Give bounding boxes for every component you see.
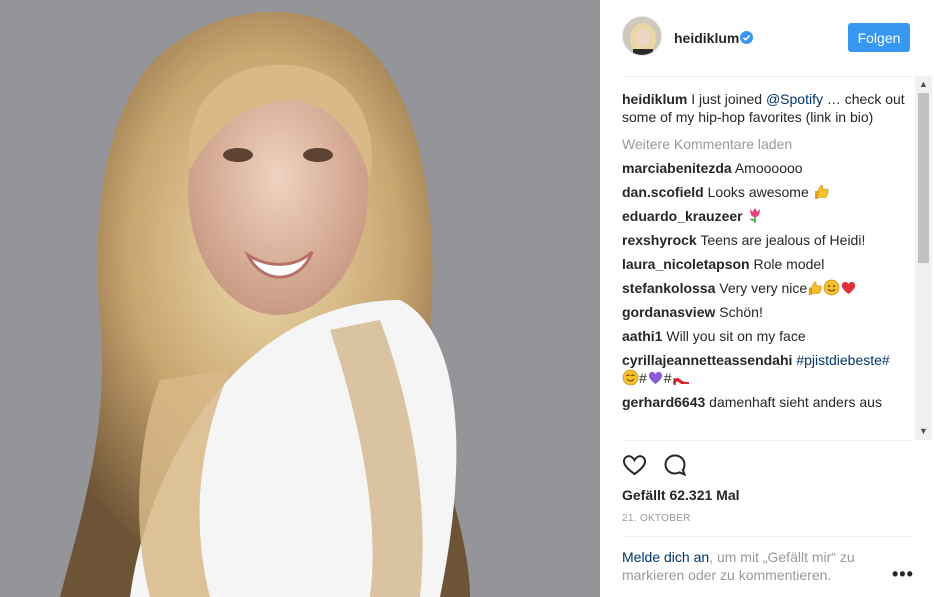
heart-emoji-icon xyxy=(842,281,856,294)
comment-username[interactable]: aathi1 xyxy=(622,328,662,344)
comment-username[interactable]: stefankolossa xyxy=(622,280,715,296)
post-header: heidiklum Folgen xyxy=(600,0,934,76)
post-date[interactable]: 21. OKTOBER xyxy=(622,513,691,524)
load-more-comments[interactable]: Weitere Kommentare laden xyxy=(622,135,912,153)
comment-username[interactable]: cyrillajeannetteassendahi xyxy=(622,352,792,368)
post-author-username[interactable]: heidiklum xyxy=(674,30,739,46)
caption-text-pre: I just joined xyxy=(691,91,766,107)
comments-scrollbar[interactable]: ▲ ▼ xyxy=(915,76,932,440)
comment-username[interactable]: gerhard6643 xyxy=(622,394,705,410)
login-link[interactable]: Melde dich an xyxy=(622,549,709,565)
tulip-icon xyxy=(749,208,760,223)
likes-count[interactable]: Gefällt 62.321 Mal xyxy=(622,487,740,503)
heart-outline-icon[interactable] xyxy=(622,453,647,477)
header-divider xyxy=(622,76,912,77)
comment-username[interactable]: marciabenitezda xyxy=(622,160,732,176)
avatar[interactable] xyxy=(622,16,662,56)
comment-hashtag[interactable]: #pjistdiebeste# xyxy=(796,352,889,368)
caption-mention[interactable]: @Spotify xyxy=(766,91,823,107)
comment-item: rexshyrock Teens are jealous of Heidi! xyxy=(622,231,912,249)
comment-item: dan.scofield Looks awesome xyxy=(622,183,912,201)
purple-heart-icon xyxy=(648,371,662,384)
comment-text: Teens are jealous of Heidi! xyxy=(700,232,866,248)
comment-text: Schön! xyxy=(719,304,763,320)
high-heel-icon xyxy=(672,377,689,386)
comment-text: Very very nice xyxy=(719,280,808,296)
comment-item: gordanasview Schön! xyxy=(622,303,912,321)
post-sidebar: heidiklum Folgen heidiklum I just joined… xyxy=(600,0,934,597)
login-prompt: Melde dich an, um mit „Gefällt mir“ zu m… xyxy=(622,548,882,584)
footer-divider xyxy=(622,536,912,537)
post-caption: heidiklum I just joined @Spotify … check… xyxy=(622,90,912,126)
comment-hash-separator: # xyxy=(663,370,672,386)
comment-item: gerhard6643 damenhaft sieht anders aus xyxy=(622,393,912,411)
comment-text: Amoooooo xyxy=(734,160,803,176)
scroll-thumb[interactable] xyxy=(918,93,929,263)
comments-list[interactable]: heidiklum I just joined @Spotify … check… xyxy=(622,90,912,440)
comment-username[interactable]: rexshyrock xyxy=(622,232,697,248)
verified-badge-icon xyxy=(740,31,753,44)
smiley-icon xyxy=(622,369,639,386)
comments-divider xyxy=(622,440,912,441)
scroll-up-arrow[interactable]: ▲ xyxy=(915,76,932,93)
smiley-icon xyxy=(823,279,840,296)
post-photo[interactable] xyxy=(0,0,600,597)
comment-username[interactable]: gordanasview xyxy=(622,304,715,320)
thumbs-up-icon xyxy=(809,281,822,296)
thumbs-up-icon xyxy=(814,184,829,199)
comment-item: stefankolossa Very very nice xyxy=(622,279,912,297)
ellipsis-icon[interactable]: ••• xyxy=(892,564,914,585)
comment-text: damenhaft sieht anders aus xyxy=(709,394,882,410)
comment-username[interactable]: eduardo_krauzeer xyxy=(622,208,743,224)
comment-text: Role model xyxy=(753,256,825,272)
comment-item: eduardo_krauzeer xyxy=(622,207,912,225)
comment-text: Looks awesome xyxy=(707,184,809,200)
comment-text: Will you sit on my face xyxy=(666,328,806,344)
comment-hash-separator: # xyxy=(639,370,647,386)
comment-username[interactable]: laura_nicoletapson xyxy=(622,256,750,272)
speech-bubble-icon[interactable] xyxy=(663,453,687,477)
caption-username[interactable]: heidiklum xyxy=(622,91,687,107)
follow-button[interactable]: Folgen xyxy=(848,23,910,52)
portrait-image xyxy=(0,0,600,597)
comment-item: aathi1 Will you sit on my face xyxy=(622,327,912,345)
comment-username[interactable]: dan.scofield xyxy=(622,184,704,200)
comment-item: cyrillajeannetteassendahi #pjistdiebeste… xyxy=(622,351,912,387)
comment-item: laura_nicoletapson Role model xyxy=(622,255,912,273)
comment-item: marciabenitezda Amoooooo xyxy=(622,159,912,177)
scroll-down-arrow[interactable]: ▼ xyxy=(915,423,932,440)
